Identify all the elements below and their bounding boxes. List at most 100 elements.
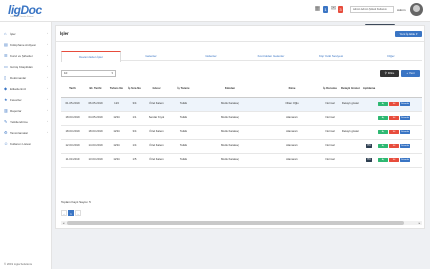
- table-cell-tag: [362, 111, 376, 126]
- column-header[interactable]: İş Tanımı: [170, 81, 197, 98]
- horizontal-scrollbar[interactable]: ◂ ▸: [61, 221, 422, 225]
- table-row[interactable]: 18.03.2019 04.05.2019 1234 1/1 Serdar Kıyık T…: [61, 111, 422, 126]
- edit-button[interactable]: Düzenle: [400, 102, 410, 106]
- table-cell-gorev: Özel Kalem: [143, 97, 170, 112]
- table-cell-gorev: Özel Kalem: [143, 125, 170, 140]
- table-cell-sira: 1/5: [126, 153, 143, 168]
- tab-from-control[interactable]: Kontrolden Gelenler: [241, 51, 301, 61]
- sidebar-item-opinions[interactable]: ▭ Görüş Kitaplıkları ›: [0, 61, 52, 72]
- edit-button[interactable]: Düzenle: [400, 116, 410, 120]
- delete-button[interactable]: Sil: [389, 158, 399, 162]
- column-header[interactable]: Kime: [263, 81, 321, 98]
- title-divider: [56, 41, 424, 42]
- user-avatar[interactable]: [410, 3, 423, 16]
- table-cell-tarih: 18.03.2019: [61, 111, 84, 126]
- table-cell-gorev: Serdar Kıyık: [143, 111, 170, 126]
- table-cell-tahsis: 1234: [107, 153, 126, 168]
- pagination-prev[interactable]: ‹: [61, 210, 67, 216]
- open-button[interactable]: Aç: [378, 130, 388, 134]
- sidebar-item-library[interactable]: ▤ Kütüphane Ardiyesi ›: [0, 39, 52, 50]
- table-cell-tanim: Tetkik: [170, 111, 197, 126]
- delete-button[interactable]: Sil: [389, 130, 399, 134]
- page-size-select[interactable]: 10 ▾: [61, 70, 116, 77]
- delete-button[interactable]: Sil: [389, 116, 399, 120]
- top-bar: ligDoc Doküman Yönetim Sistemi ▦ 1 ✉ 3 Ad…: [0, 0, 430, 22]
- table-cell-tarih: 12.03.2019: [61, 139, 84, 154]
- sidebar-item-definitions[interactable]: ⚙ Tanımlamalar ›: [0, 127, 52, 138]
- table-cell-tarih: 11.03.2019: [61, 153, 84, 168]
- table-cell-bt: 04.05.2019: [84, 111, 107, 126]
- table-cell-detay[interactable]: [339, 153, 362, 168]
- pagination-next[interactable]: ›: [75, 210, 81, 216]
- table-cell-tarih: 18.03.2019: [61, 125, 84, 140]
- open-button[interactable]: Aç: [378, 116, 388, 120]
- envelope-icon[interactable]: ✉: [330, 6, 337, 13]
- column-header[interactable]: Tarih: [61, 81, 84, 98]
- column-header[interactable]: Kimden: [197, 81, 263, 98]
- filter-button[interactable]: ⚲ Filtre: [380, 70, 399, 77]
- sidebar-item-authorization[interactable]: ✎ Yetkilendirme ›: [0, 116, 52, 127]
- notification-count-badge[interactable]: 1: [323, 6, 328, 13]
- table-cell-sira: 3/4: [126, 125, 143, 140]
- company-selector[interactable]: Admin Admin Şirketi Kullanıcı: [350, 6, 394, 13]
- column-header[interactable]: Görev: [143, 81, 170, 98]
- plus-icon: +: [406, 71, 409, 75]
- open-button[interactable]: Aç: [378, 144, 388, 148]
- chevron-down-icon: ▾: [111, 71, 113, 75]
- table-cell-bt: 18.03.2019: [84, 125, 107, 140]
- user-name[interactable]: Admin: [397, 8, 406, 12]
- app-logo[interactable]: ligDoc Doküman Yönetim Sistemi: [8, 3, 42, 18]
- table-cell-gorev: Özel Kalem: [143, 139, 170, 154]
- table-row[interactable]: 18.03.2019 18.03.2019 1234 3/4 Özel Kalem Tet…: [61, 125, 422, 140]
- column-header[interactable]: İş Durumu: [321, 81, 339, 98]
- add-row-button[interactable]: + Yeni: [401, 70, 420, 77]
- tab-other[interactable]: Diğer: [361, 51, 421, 61]
- table-cell-detay[interactable]: Detaylı göster: [339, 97, 362, 112]
- scrollbar-thumb[interactable]: [67, 221, 404, 225]
- sidebar-item-isler[interactable]: ⌂ İşler ›: [0, 28, 52, 39]
- sidebar-item-tags[interactable]: ◆ Etiketlerimiz ›: [0, 83, 52, 94]
- table-cell-detay[interactable]: Detaylı göster: [339, 125, 362, 140]
- page-title: İşler: [60, 31, 69, 36]
- table-row[interactable]: 11.03.2019 13.03.2019 1234 1/5 Özel Kalem Tet…: [61, 153, 422, 168]
- edit-button[interactable]: Düzenle: [400, 158, 410, 162]
- column-header[interactable]: Açıklama: [362, 81, 376, 98]
- table-cell-kimden: Mutlu Karakoç: [197, 97, 263, 112]
- table-cell-tag: İTÜ: [362, 139, 376, 154]
- table-cell-detay[interactable]: [339, 111, 362, 126]
- tab-incoming[interactable]: Gelenler: [121, 51, 181, 61]
- column-header[interactable]: Detaylı Göster: [339, 81, 362, 98]
- sidebar-item-favorites[interactable]: ★ Favoriler ›: [0, 94, 52, 105]
- new-job-button[interactable]: Yeni İş Ekle ▾: [395, 31, 422, 37]
- sidebar-item-reports[interactable]: ▥ Raporlar ›: [0, 105, 52, 116]
- scroll-right-arrow[interactable]: ▸: [417, 221, 422, 225]
- column-header[interactable]: İş Sıra No: [126, 81, 143, 98]
- column-header[interactable]: Bt. Tarihi: [84, 81, 107, 98]
- table-row[interactable]: 12.03.2019 14.03.2019 1234 1/4 Özel Kalem Tet…: [61, 139, 422, 154]
- scroll-left-arrow[interactable]: ◂: [61, 221, 66, 225]
- grid-icon[interactable]: ▦: [314, 6, 321, 13]
- edit-button[interactable]: Düzenle: [400, 144, 410, 148]
- column-header[interactable]: Tahsis No: [107, 81, 126, 98]
- edit-button[interactable]: Düzenle: [400, 130, 410, 134]
- delete-button[interactable]: Sil: [389, 144, 399, 148]
- column-header: [376, 81, 422, 98]
- table-cell-durum: Normal: [321, 139, 339, 154]
- tab-bar: Devam Eden İşler Gelenler Gidenler Kontr…: [61, 51, 422, 62]
- open-button[interactable]: Aç: [378, 102, 388, 106]
- open-button[interactable]: Aç: [378, 158, 388, 162]
- delete-button[interactable]: Sil: [389, 102, 399, 106]
- sidebar-item-user-list[interactable]: ☺ Kullanıcı Listesi: [0, 138, 52, 149]
- message-count-badge[interactable]: 3: [338, 6, 343, 13]
- table-row[interactable]: 01.05.2019 06.05.2019 123 3/4 Özel Kalem Tetk…: [61, 97, 422, 112]
- sidebar-item-boards[interactable]: ☰ Kurul ve Şirketler ›: [0, 50, 52, 61]
- table-cell-detay[interactable]: [339, 139, 362, 154]
- table-cell-tahsis: 1234: [107, 125, 126, 140]
- sidebar-item-documents[interactable]: ▯ Dokümanlar ›: [0, 72, 52, 83]
- tab-authority-level[interactable]: Kişi Yetki Seviyesi: [301, 51, 361, 61]
- table-cell-tahsis: 1234: [107, 111, 126, 126]
- pagination-page[interactable]: 1: [68, 210, 74, 216]
- tab-outgoing[interactable]: Gidenler: [181, 51, 241, 61]
- tab-ongoing[interactable]: Devam Eden İşler: [61, 51, 121, 62]
- table-cell-kime: Alamancı: [263, 139, 321, 154]
